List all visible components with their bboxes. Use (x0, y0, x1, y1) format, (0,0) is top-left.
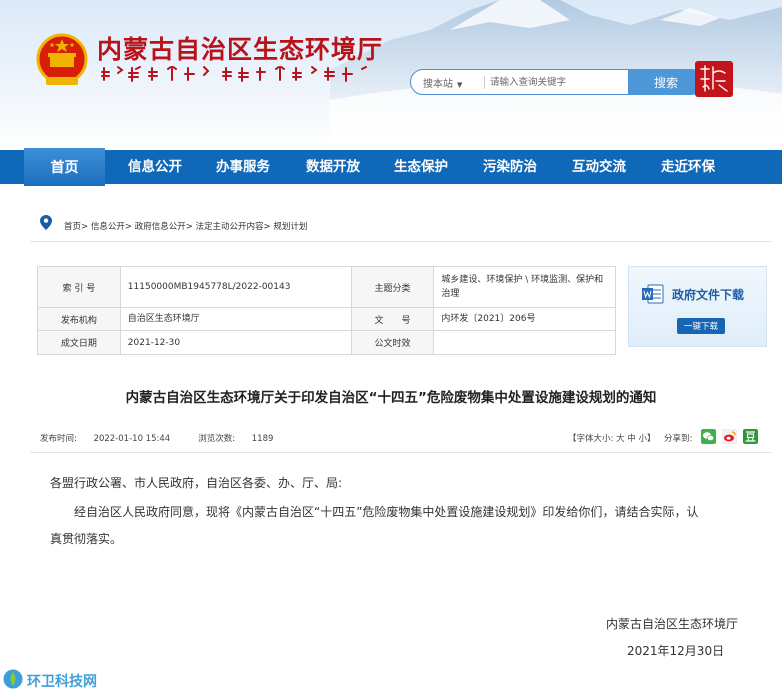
signature-date: 2021年12月30日 (627, 644, 725, 658)
index-label: 索 引 号 (37, 266, 121, 308)
public-value (433, 330, 616, 355)
breadcrumb-separator: > (81, 222, 89, 232)
watermark-text: 环卫科技网 (27, 674, 97, 690)
watermark-logo-icon (2, 668, 24, 690)
view-count: 浏览次数: 1189 (198, 434, 287, 444)
signature-organization: 内蒙古自治区生态环境厅 (606, 617, 739, 631)
seal-logo-icon (695, 61, 733, 97)
nav-item-info-public[interactable]: 信息公开 (128, 150, 182, 184)
publish-time-label: 发布时间: (40, 434, 77, 444)
search-scope-select[interactable]: 搜本站 ▼ (423, 75, 462, 90)
publish-time-value: 2022-01-10 15:44 (93, 434, 171, 444)
nav-item-open-data[interactable]: 数据开放 (306, 150, 360, 184)
search-input[interactable] (490, 74, 630, 90)
national-emblem-icon (36, 33, 88, 85)
date-label: 成文日期 (37, 330, 121, 355)
breadcrumb-gov-info[interactable]: 政府信息公开 (135, 222, 186, 232)
breadcrumb: 首页> 信息公开> 政府信息公开> 法定主动公开内容> 规划计划 (30, 211, 772, 242)
docno-value: 内环发〔2021〕206号 (433, 307, 616, 331)
issuer-value: 自治区生态环境厅 (119, 307, 352, 331)
table-row: 发布机构 自治区生态环境厅 文 号 内环发〔2021〕206号 (37, 307, 616, 331)
view-count-value: 1189 (251, 434, 274, 444)
font-size-control[interactable]: 【字体大小: 大 中 小】 (568, 432, 655, 444)
search-scope-label: 搜本站 (423, 79, 453, 90)
weibo-share-icon[interactable] (722, 429, 737, 444)
article-salutation: 各盟行政公署、市人民政府，自治区各委、办、厅、局: (50, 476, 343, 490)
breadcrumb-trail: 首页> 信息公开> 政府信息公开> 法定主动公开内容> 规划计划 (64, 220, 307, 232)
breadcrumb-separator: > (185, 222, 193, 232)
share-label: 分享到: (664, 434, 693, 444)
word-document-icon (642, 284, 664, 304)
doc-download-panel: 政府文件下载 一键下载 (628, 266, 767, 347)
nav-item-about-env[interactable]: 走近环保 (661, 150, 715, 184)
breadcrumb-home[interactable]: 首页 (64, 222, 81, 232)
table-row: 索 引 号 11150000MB1945778L/2022-00143 主题分类… (37, 266, 616, 308)
article-title: 内蒙古自治区生态环境厅关于印发自治区“十四五”危险废物集中处置设施建设规划的通知 (125, 390, 657, 406)
index-value: 11150000MB1945778L/2022-00143 (119, 266, 352, 308)
table-row: 成文日期 2021-12-30 公文时效 (37, 330, 616, 355)
breadcrumb-separator: > (263, 222, 271, 232)
article-body-line-2: 真贯彻落实。 (50, 532, 123, 546)
nav-item-home[interactable]: 首页 (24, 148, 105, 186)
issuer-label: 发布机构 (37, 307, 121, 331)
location-pin-icon (40, 215, 52, 230)
view-count-label: 浏览次数: (198, 434, 236, 444)
breadcrumb-plans[interactable]: 规划计划 (273, 222, 307, 232)
search-divider (484, 76, 485, 89)
nav-item-services[interactable]: 办事服务 (216, 150, 270, 184)
public-label: 公文时效 (350, 330, 435, 355)
category-value: 城乡建设、环境保护 \ 环境监测、保护和治理 (433, 266, 616, 308)
nav-item-interaction[interactable]: 互动交流 (572, 150, 626, 184)
publish-time: 发布时间: 2022-01-10 15:44 (40, 434, 184, 444)
document-info-table: 索 引 号 11150000MB1945778L/2022-00143 主题分类… (37, 266, 616, 355)
docno-label: 文 号 (350, 307, 435, 331)
article-body-line-1: 经自治区人民政府同意，现将《内蒙古自治区“十四五”危险废物集中处置设施建设规划》… (74, 505, 699, 519)
category-label: 主题分类 (350, 266, 435, 308)
content-divider (30, 452, 772, 453)
download-title: 政府文件下载 (672, 288, 745, 302)
wechat-share-icon[interactable] (701, 429, 716, 444)
caret-down-icon: ▼ (457, 81, 463, 89)
breadcrumb-statutory[interactable]: 法定主动公开内容 (196, 222, 264, 232)
breadcrumb-separator: > (124, 222, 132, 232)
site-title: 内蒙古自治区生态环境厅 (97, 35, 384, 64)
site-header: 内蒙古自治区生态环境厅 搜本站 ▼ 搜索 (0, 0, 782, 150)
one-click-download-button[interactable]: 一键下载 (677, 318, 725, 334)
main-nav: 首页 信息公开 办事服务 数据开放 生态保护 污染防治 互动交流 走近环保 (0, 148, 782, 186)
article-meta: 发布时间: 2022-01-10 15:44 浏览次数: 1189 (40, 432, 301, 444)
search-button[interactable]: 搜索 (628, 69, 704, 95)
mongolian-script-logo (101, 66, 367, 82)
douban-share-icon[interactable] (743, 429, 758, 444)
date-value: 2021-12-30 (119, 330, 352, 355)
nav-item-eco-protection[interactable]: 生态保护 (394, 150, 448, 184)
nav-item-pollution-control[interactable]: 污染防治 (483, 150, 537, 184)
breadcrumb-info-public[interactable]: 信息公开 (91, 222, 125, 232)
